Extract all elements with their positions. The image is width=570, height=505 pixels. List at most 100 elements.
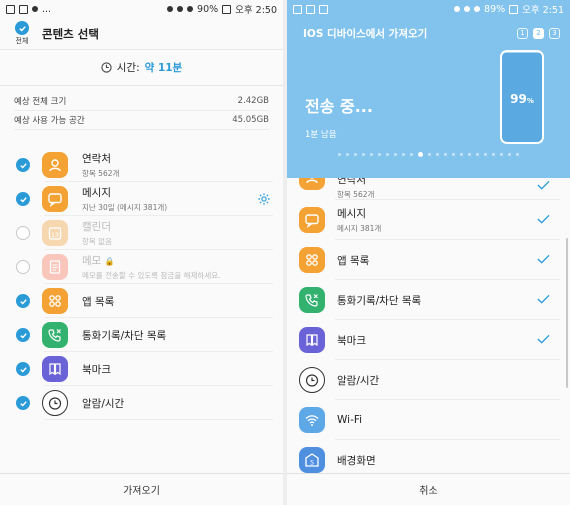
item-checkbox-checked[interactable] (16, 294, 30, 308)
select-all-checkbox[interactable]: 전체 (8, 21, 36, 46)
item-checkbox-checked[interactable] (16, 396, 30, 410)
battery-icon (509, 4, 519, 14)
transfer-item: 북마크 (287, 320, 570, 360)
transfer-item: Wi-Fi (287, 400, 570, 440)
done-check-icon (537, 180, 550, 190)
done-check-icon (537, 254, 550, 264)
clock: 오후 2:50 (235, 5, 277, 16)
key-icon (32, 6, 38, 12)
estimated-time: 시간: 약 11분 (0, 50, 283, 86)
progress-dots (287, 152, 570, 157)
content-item[interactable]: 메모 🔒 메모를 전송할 수 있도록 잠금을 해제하세요. (0, 250, 283, 284)
screenshot-icon (319, 4, 328, 14)
wifi-status-icon (177, 6, 184, 12)
calendar-icon: 13 (42, 220, 68, 246)
item-subtitle: 지난 30일 (메시지 381개) (82, 203, 168, 212)
storage-value: 45.05GB (232, 115, 269, 125)
item-checkbox-checked[interactable] (16, 192, 30, 206)
item-subtitle: 항목 없음 (82, 237, 112, 246)
memo-icon (42, 254, 68, 280)
item-name: 북마크 (337, 334, 366, 347)
clock-icon (101, 62, 112, 73)
sending-status: 전송 중... (305, 97, 373, 116)
transfer-item: 메시지메시지 381개 (287, 200, 570, 240)
item-name: 앱 목록 (82, 295, 115, 308)
content-item[interactable]: 메시지지난 30일 (메시지 381개) (0, 182, 283, 216)
svg-text:S: S (310, 460, 314, 467)
storage-row: 예상 전체 크기 2.42GB (14, 92, 269, 111)
progress-percent: 99% (510, 92, 534, 106)
item-name: 통화기록/차단 목록 (337, 294, 422, 307)
item-name: 연락처 (82, 153, 111, 165)
notification-icon (293, 4, 302, 14)
step-indicator: 1 2 3 (517, 27, 560, 39)
svg-text:13: 13 (51, 232, 59, 239)
time-value: 약 11분 (144, 62, 183, 74)
item-checkbox-unchecked[interactable] (16, 226, 30, 240)
mute-icon (454, 6, 461, 12)
item-checkbox-unchecked[interactable] (16, 260, 30, 274)
status-bar: 89% 오후 2:51 (287, 0, 570, 18)
phone-progress-icon: 99% (500, 50, 544, 144)
apps-icon (42, 288, 68, 314)
bookmark-icon (299, 327, 325, 353)
settings-gear-icon[interactable] (257, 192, 271, 206)
content-item[interactable]: 앱 목록 (0, 284, 283, 318)
content-item[interactable]: 통화기록/차단 목록 (0, 318, 283, 352)
item-name: 캘린더 (82, 221, 111, 233)
import-button[interactable]: 가져오기 (0, 473, 283, 505)
transfer-item: 알람/시간 (287, 360, 570, 400)
wifi-status-icon (464, 6, 471, 12)
content-item[interactable]: 북마크 (0, 352, 283, 386)
item-subtitle: 메모를 전송할 수 있도록 잠금을 해제하세요. (82, 271, 221, 280)
step-badge: 3 (549, 27, 560, 39)
item-name: 통화기록/차단 목록 (82, 329, 167, 342)
item-name: 앱 목록 (337, 254, 370, 267)
mute-icon (167, 6, 174, 12)
content-item[interactable]: 13 캘린더항목 없음 (0, 216, 283, 250)
alarm-icon (299, 367, 325, 393)
transfer-item: 연락처 항목 562개 (287, 178, 570, 200)
status-bar: ... 90% 오후 2:50 (0, 0, 283, 18)
item-name: 메시지 (337, 208, 366, 220)
cancel-button[interactable]: 취소 (287, 473, 570, 505)
wallpaper-icon: S (299, 447, 325, 473)
contacts-icon (299, 178, 325, 190)
more-notifications: ... (42, 3, 52, 15)
transfer-item: 앱 목록 (287, 240, 570, 280)
lock-icon: 🔒 (104, 257, 115, 266)
step-badge: 1 (517, 27, 528, 39)
page-title: IOS 디바이스에서 가져오기 (303, 27, 428, 40)
image-notification-icon (19, 4, 28, 14)
item-name: 배경화면 (337, 454, 376, 467)
battery-percent: 90% (197, 3, 219, 15)
item-name: 메모 🔒 (82, 255, 115, 267)
message-icon (299, 207, 325, 233)
item-checkbox-checked[interactable] (16, 328, 30, 342)
item-name: 알람/시간 (337, 374, 380, 387)
right-screen: 89% 오후 2:51 IOS 디바이스에서 가져오기 1 2 3 전송 중..… (287, 0, 570, 505)
check-icon (15, 21, 29, 35)
content-item[interactable]: 알람/시간 (0, 386, 283, 420)
item-checkbox-checked[interactable] (16, 362, 30, 376)
app-bar: 전체 콘텐츠 선택 (0, 18, 283, 50)
battery-percent: 89% (484, 3, 506, 15)
block-icon (474, 6, 481, 12)
block-icon (187, 6, 194, 12)
time-label: 시간: (116, 62, 140, 74)
time-remaining: 1분 남음 (305, 130, 337, 140)
content-item[interactable]: 연락처 항목 562개 (0, 148, 283, 182)
call-log-icon (299, 287, 325, 313)
clock: 오후 2:51 (522, 5, 564, 16)
item-subtitle: 메시지 381개 (337, 224, 382, 233)
item-name: Wi-Fi (337, 414, 363, 426)
done-check-icon (537, 294, 550, 304)
storage-row: 예상 사용 가능 공간 45.05GB (14, 111, 269, 130)
scrollbar[interactable] (566, 238, 568, 388)
contacts-icon (42, 152, 68, 178)
storage-label: 예상 전체 크기 (14, 97, 67, 107)
battery-icon (222, 4, 232, 14)
item-name: 메시지 (82, 187, 111, 199)
item-checkbox-checked[interactable] (16, 158, 30, 172)
content-list: 연락처 항목 562개메시지지난 30일 (메시지 381개) 13 캘린더항목 없음… (0, 148, 283, 420)
